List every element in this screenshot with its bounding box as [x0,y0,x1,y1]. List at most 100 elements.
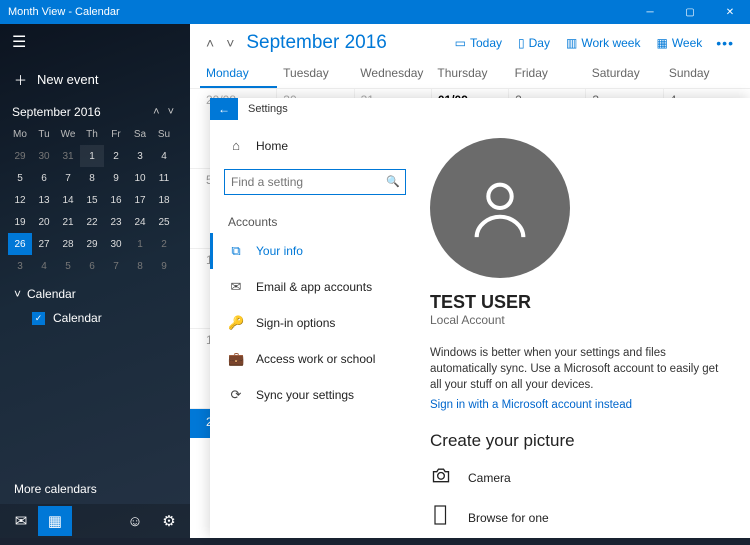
new-event-button[interactable]: ＋ New event [0,60,190,99]
person-card-icon: ⧉ [228,243,244,259]
nav-email-accounts[interactable]: ✉ Email & app accounts [210,269,420,305]
camera-icon [430,465,452,490]
more-options-button[interactable]: ••• [710,35,740,51]
close-button[interactable]: ✕ [710,0,750,24]
maximize-button[interactable]: ▢ [670,0,710,24]
mini-day-cell[interactable]: 14 [56,189,80,211]
mini-day-cell[interactable]: 27 [32,233,56,255]
next-month-button[interactable]: ˅ [220,35,240,51]
prev-month-button[interactable]: ˄ [200,35,220,51]
mini-day-cell[interactable]: 2 [104,145,128,167]
calendar-icon[interactable]: ▦ [38,506,72,536]
nav-home[interactable]: ⌂ Home [210,128,420,163]
mini-day-cell[interactable]: 21 [56,211,80,233]
person-icon [465,173,535,243]
account-type: Local Account [430,313,726,327]
mini-day-cell[interactable]: 4 [152,145,176,167]
back-button[interactable]: ← [210,98,238,120]
mini-day-cell[interactable]: 20 [32,211,56,233]
day-header-cell[interactable]: Thursday [431,62,508,88]
mini-day-cell[interactable]: 30 [32,145,56,167]
mini-day-cell[interactable]: 22 [80,211,104,233]
mini-day-cell[interactable]: 13 [32,189,56,211]
mini-day-cell[interactable]: 30 [104,233,128,255]
mini-day-cell[interactable]: 4 [32,255,56,277]
workweek-view-button[interactable]: ▥Work week [558,36,648,50]
settings-search-input[interactable] [224,169,406,195]
mini-day-cell[interactable]: 5 [8,167,32,189]
mini-day-cell[interactable]: 7 [104,255,128,277]
mini-day-cell[interactable]: 18 [152,189,176,211]
key-icon: 🔑 [228,315,244,331]
nav-access-work[interactable]: 💼 Access work or school [210,341,420,377]
day-header-cell[interactable]: Monday [200,62,277,88]
month-next-button[interactable]: ˅ [164,106,178,118]
mini-day-cell[interactable]: 16 [104,189,128,211]
day-header-cell[interactable]: Sunday [663,62,740,88]
user-name: TEST USER [430,292,726,313]
mini-day-cell[interactable]: 17 [128,189,152,211]
mail-icon[interactable]: ✉ [4,506,38,536]
sync-icon: ⟳ [228,387,244,403]
mini-day-cell[interactable]: 2 [152,233,176,255]
month-prev-button[interactable]: ˄ [149,106,163,118]
sync-description: Windows is better when your settings and… [430,345,726,393]
mini-day-cell[interactable]: 6 [80,255,104,277]
mini-day-cell[interactable]: 12 [8,189,32,211]
mini-day-cell[interactable]: 29 [80,233,104,255]
mini-day-cell[interactable]: 8 [128,255,152,277]
day-view-button[interactable]: ▯Day [510,36,558,50]
day-header-cell[interactable]: Saturday [586,62,663,88]
mini-day-cell[interactable]: 24 [128,211,152,233]
feedback-icon[interactable]: ☺ [118,506,152,536]
workweek-icon: ▥ [566,36,577,50]
sidebar: ☰ ＋ New event September 2016 ˄ ˅ MoTuWeT… [0,24,190,538]
camera-option[interactable]: Camera [430,465,726,490]
mini-day-cell[interactable]: 29 [8,145,32,167]
mini-day-cell[interactable]: 5 [56,255,80,277]
more-calendars-button[interactable]: More calendars [0,474,190,504]
mini-day-cell[interactable]: 11 [152,167,176,189]
day-header-cell[interactable]: Friday [509,62,586,88]
user-avatar [430,138,570,278]
mini-day-cell[interactable]: 28 [56,233,80,255]
nav-your-info[interactable]: ⧉ Your info [210,233,420,269]
mini-day-cell[interactable]: 7 [56,167,80,189]
mini-day-cell[interactable]: 10 [128,167,152,189]
mini-day-header: Su [152,123,176,145]
today-button[interactable]: ▭Today [447,36,510,50]
new-event-label: New event [37,72,98,87]
mini-day-cell[interactable]: 26 [8,233,32,255]
settings-window: ← Settings ⌂ Home 🔍 Accounts ⧉ Your info… [210,98,750,538]
mini-day-cell[interactable]: 1 [80,145,104,167]
briefcase-icon: 💼 [228,351,244,367]
sidebar-bottom-bar: ✉ ▦ ☺ ⚙ [0,504,190,538]
nav-signin-options[interactable]: 🔑 Sign-in options [210,305,420,341]
minimize-button[interactable]: ─ [630,0,670,24]
calendar-checkbox-item[interactable]: ✓ Calendar [0,305,190,331]
mini-day-cell[interactable]: 19 [8,211,32,233]
day-header-cell[interactable]: Tuesday [277,62,354,88]
mini-day-cell[interactable]: 15 [80,189,104,211]
mini-day-cell[interactable]: 6 [32,167,56,189]
mini-day-cell[interactable]: 3 [8,255,32,277]
mini-day-header: Th [80,123,104,145]
browse-option[interactable]: Browse for one [430,504,726,531]
mini-day-cell[interactable]: 9 [104,167,128,189]
mini-day-cell[interactable]: 25 [152,211,176,233]
signin-microsoft-link[interactable]: Sign in with a Microsoft account instead [430,399,726,411]
mini-day-cell[interactable]: 1 [128,233,152,255]
window-titlebar: Month View - Calendar ─ ▢ ✕ [0,0,750,24]
mini-day-cell[interactable]: 8 [80,167,104,189]
nav-sync-settings[interactable]: ⟳ Sync your settings [210,377,420,413]
week-view-button[interactable]: ▦Week [648,36,710,50]
settings-icon[interactable]: ⚙ [152,506,186,536]
week-icon: ▦ [656,36,667,50]
hamburger-icon[interactable]: ☰ [0,24,190,60]
mini-day-cell[interactable]: 9 [152,255,176,277]
mini-day-cell[interactable]: 3 [128,145,152,167]
mini-day-cell[interactable]: 23 [104,211,128,233]
day-header-cell[interactable]: Wednesday [354,62,431,88]
mini-day-cell[interactable]: 31 [56,145,80,167]
calendar-section-toggle[interactable]: ˅ Calendar [0,277,190,305]
